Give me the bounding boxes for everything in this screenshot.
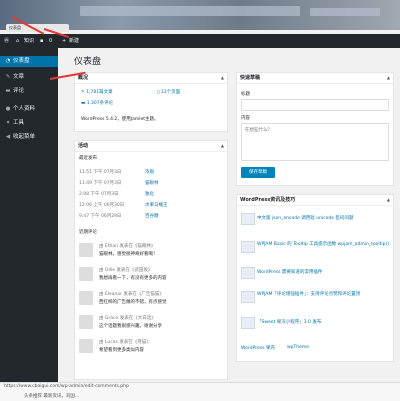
admin-bar: Ⓦ ⌂ 知识 ▪ 0 + 新建 (0, 34, 400, 48)
tab-title: 仪表盘 (9, 25, 21, 30)
blurred-area (80, 6, 300, 16)
dashboard-icon: ◔ (5, 58, 11, 64)
sidebar-item-tools[interactable]: ✦ 工具 (0, 118, 58, 129)
published-post-link[interactable]: 水果马桶王 (145, 202, 168, 208)
published-time: 11:49 下午 07月3日 (79, 181, 122, 186)
comment-icon: ▬ (5, 88, 11, 94)
quick-draft-box: 快速草稿 ▲ 标题 内容 在想些什么？ 保存草稿 (236, 72, 394, 186)
news-thumbnail-icon (241, 241, 255, 253)
published-time: 12:06 上午 06月30日 (79, 203, 125, 208)
sidebar-item-dashboard[interactable]: ◔ 仪表盘 (0, 56, 58, 67)
sidebar-item-comments[interactable]: ▬ 评论 (0, 86, 58, 97)
draft-content-placeholder: 在想些什么？ (245, 128, 272, 133)
comment-text: 西红柿的广告做的不错，有点感觉 (99, 300, 167, 305)
box-title: WordPress资讯及技巧 (240, 197, 296, 203)
published-post-link[interactable]: 百谷糖 (145, 213, 159, 219)
blurred-area (310, 8, 380, 16)
comment-text: 猫眼林，感觉很神奇好看啊！ (99, 252, 158, 257)
wrench-icon: ✦ (5, 120, 11, 126)
box-header: 快速草稿 ▲ (237, 73, 393, 84)
comment-meta: 由 Ollie 发表在《武田坂》 (99, 268, 153, 273)
taskbar-text: 头条推荐 最新资讯，刘国... (24, 394, 80, 399)
news-thumbnail-icon (241, 213, 255, 225)
box-header: 活动 ▲ (75, 141, 227, 152)
avatar (79, 291, 93, 305)
news-footer-link[interactable]: wpTheme (287, 345, 309, 350)
collapse-caret-icon[interactable]: ▲ (387, 73, 390, 83)
recent-published-heading: 最近发布 (79, 156, 97, 161)
wp-version-text: WordPress 5.4.2，使用Jamlet主题。 (81, 117, 159, 122)
draft-title-input[interactable] (241, 99, 389, 111)
news-footer-link[interactable]: WordPress 果壳 (241, 345, 275, 351)
news-link[interactable]: WordPress 需要知道的常用插件 (257, 269, 389, 275)
collapse-caret-icon[interactable]: ▲ (387, 195, 390, 205)
comment-text: 希望看到更多类似内容 (99, 348, 144, 353)
posts-count-link[interactable]: ✎ 1,781篇文章 (81, 89, 113, 95)
avatar (79, 267, 93, 281)
published-post-link[interactable]: 猫眼林 (145, 180, 159, 186)
pages-count-link[interactable]: ▯ 13个页面 (157, 89, 180, 95)
comment-text: 这个话题我很感兴趣，谢谢分享 (99, 324, 162, 329)
published-time: 11:51 下午 07月3日 (79, 170, 122, 175)
box-title: 活动 (78, 143, 89, 149)
news-thumbnail-icon (241, 291, 255, 303)
save-draft-button[interactable]: 保存草稿 (241, 167, 275, 178)
news-link[interactable]: WPJAM Basic 的 Tooltip 工具提示函数 wpjam_admin… (257, 241, 389, 247)
comment-meta: 由 Grace 发表在《大白话》 (99, 316, 156, 321)
collapse-caret-icon[interactable]: ▲ (221, 73, 224, 83)
collapse-caret-icon[interactable]: ▲ (221, 141, 224, 151)
news-thumbnail-icon (241, 267, 255, 279)
draft-content-textarea[interactable]: 在想些什么？ (241, 123, 389, 161)
wordpress-logo-icon[interactable]: Ⓦ (4, 34, 9, 48)
box-title: 快速草稿 (240, 75, 261, 81)
news-link[interactable]: 中文版 json_encode 调用处 unicode 乱码问题 (257, 215, 389, 221)
sidebar-item-profile[interactable]: ● 个人资料 (0, 104, 58, 115)
avatar (79, 315, 93, 329)
activity-box: 活动 ▲ 最近发布 11:51 下午 07月3日 浓眉 11:49 下午 07月… (74, 140, 228, 380)
pin-icon: ✎ (5, 74, 11, 80)
comments-icon[interactable]: ▪ (40, 34, 43, 48)
admin-sidebar: ◔ 仪表盘 ✎ 文章 ▬ 评论 ● 个人资料 ✦ 工具 ◀ 收起菜单 (0, 48, 58, 388)
box-title: 概况 (78, 75, 89, 81)
news-link[interactable]: WPJAM「评论增强插件」：支持评论点赞和评论置顶 (257, 291, 389, 297)
status-url: https://www.cbaigui.com/wp-admin/edit-co… (4, 384, 129, 389)
at-a-glance-box: 概况 ▲ ✎ 1,781篇文章 ▯ 13个页面 ▬ 1,307条评论 WordP… (74, 72, 228, 132)
news-thumbnail-icon (241, 317, 255, 329)
comment-meta: 由 Eleanor 发表在《广告猫猫》 (99, 292, 164, 297)
browser-status-bar: https://www.cbaigui.com/wp-admin/edit-co… (0, 382, 400, 401)
box-header: WordPress资讯及技巧 ▲ (237, 195, 393, 206)
home-icon[interactable]: ⌂ (16, 34, 19, 48)
comments-count-link[interactable]: ▬ 1,307条评论 (81, 100, 113, 106)
published-post-link[interactable]: 浓眉 (145, 169, 154, 175)
wordpress-news-box: WordPress资讯及技巧 ▲ 中文版 json_encode 调用处 uni… (236, 194, 394, 362)
comment-meta: 由 Ethan 发表在《猫眼林》 (99, 244, 156, 249)
recent-comments-heading: 近期评论 (79, 230, 97, 235)
site-name-link[interactable]: 知识 (24, 34, 34, 48)
browser-titlebar: 仪表盘 (0, 0, 400, 32)
draft-title-label: 标题 (241, 92, 250, 97)
page-title: 仪表盘 (74, 57, 102, 67)
box-header: 概况 ▲ (75, 73, 227, 84)
comments-count[interactable]: 0 (49, 34, 52, 48)
avatar (79, 339, 93, 353)
user-icon: ● (5, 106, 11, 112)
published-post-link[interactable]: 独化 (145, 191, 154, 197)
sidebar-item-collapse[interactable]: ◀ 收起菜单 (0, 132, 58, 143)
comment-meta: 由 Lucas 发表在《月猫》 (99, 340, 151, 345)
avatar (79, 243, 93, 257)
published-time: 9:47 下午 06月29日 (79, 214, 122, 219)
comment-text: 我想再看一下，有没有更多的内容 (99, 276, 167, 281)
new-content-link[interactable]: 新建 (69, 34, 79, 48)
published-time: 2:08 下午 07月3日 (79, 192, 119, 197)
collapse-icon: ◀ (5, 134, 11, 140)
draft-content-label: 内容 (241, 116, 250, 121)
news-link[interactable]: 「Sweet 果冻小程序」3.0 发布 (257, 319, 389, 325)
